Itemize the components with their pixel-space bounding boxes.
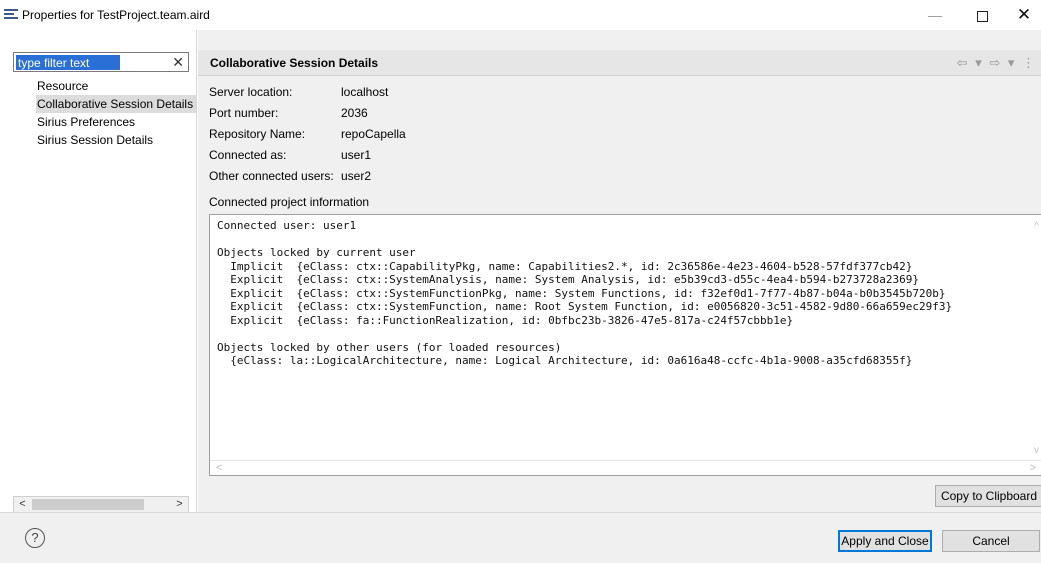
property-page-tree: ✕ Resource Collaborative Session Details… bbox=[0, 30, 197, 513]
property-value: localhost bbox=[341, 85, 389, 99]
filter-field[interactable]: ✕ bbox=[13, 52, 189, 72]
scroll-left-icon[interactable]: < bbox=[216, 461, 222, 475]
server-location-row: Server location: localhost bbox=[209, 82, 509, 103]
scrollbar-thumb[interactable] bbox=[32, 499, 144, 510]
property-value: repoCapella bbox=[341, 127, 406, 141]
section-title: Collaborative Session Details bbox=[210, 56, 379, 70]
session-properties: Server location: localhost Port number: … bbox=[209, 82, 509, 187]
property-label: Server location: bbox=[209, 85, 293, 99]
property-label: Port number: bbox=[209, 106, 279, 120]
title-bar: Properties for TestProject.team.aird — ✕ bbox=[0, 0, 1041, 30]
scroll-left-icon[interactable]: < bbox=[14, 497, 31, 512]
property-value: 2036 bbox=[341, 106, 368, 120]
project-info-text: Connected user: user1 Objects locked by … bbox=[217, 219, 953, 367]
view-menu-icon[interactable]: ⋮ bbox=[1022, 55, 1037, 70]
filter-input[interactable] bbox=[16, 55, 120, 70]
repository-name-row: Repository Name: repoCapella bbox=[209, 124, 509, 145]
connected-as-row: Connected as: user1 bbox=[209, 145, 509, 166]
property-page-list: Resource Collaborative Session Details S… bbox=[36, 77, 196, 149]
maximize-button[interactable] bbox=[962, 4, 1002, 26]
dialog-button-bar: ? Apply and Close Cancel bbox=[0, 512, 1041, 563]
clear-filter-icon[interactable]: ✕ bbox=[172, 54, 184, 71]
info-label: Connected project information bbox=[209, 195, 370, 209]
page-navigation: ⇦ ▾ ⇨ ▾ ⋮ bbox=[957, 55, 1037, 71]
section-header: Collaborative Session Details ⇦ ▾ ⇨ ▾ ⋮ bbox=[198, 50, 1041, 76]
project-info-textarea[interactable]: Connected user: user1 Objects locked by … bbox=[209, 214, 1041, 476]
property-value: user1 bbox=[341, 148, 372, 162]
nav-item-sirius-preferences[interactable]: Sirius Preferences bbox=[36, 113, 196, 131]
apply-and-close-button[interactable]: Apply and Close bbox=[838, 530, 932, 552]
nav-item-resource[interactable]: Resource bbox=[36, 77, 196, 95]
back-arrow-icon[interactable]: ⇦ ▾ bbox=[957, 55, 984, 70]
minimize-button[interactable]: — bbox=[915, 4, 955, 26]
property-label: Repository Name: bbox=[209, 127, 306, 141]
window-title: Properties for TestProject.team.aird bbox=[22, 8, 210, 22]
info-horizontal-scrollbar[interactable]: < > bbox=[210, 460, 1041, 475]
copy-to-clipboard-button[interactable]: Copy to Clipboard bbox=[935, 485, 1041, 507]
close-button[interactable]: ✕ bbox=[1004, 4, 1041, 26]
property-value: user2 bbox=[341, 169, 372, 183]
scroll-right-icon[interactable]: > bbox=[171, 497, 188, 512]
properties-icon bbox=[4, 9, 18, 21]
other-users-row: Other connected users: user2 bbox=[209, 166, 509, 187]
scroll-down-icon[interactable]: v bbox=[1034, 445, 1039, 456]
forward-arrow-icon[interactable]: ⇨ ▾ bbox=[989, 55, 1016, 70]
maximize-icon bbox=[976, 10, 988, 22]
help-icon[interactable]: ? bbox=[25, 528, 45, 548]
cancel-button[interactable]: Cancel bbox=[942, 530, 1040, 552]
scroll-right-icon[interactable]: > bbox=[1030, 461, 1036, 475]
property-label: Connected as: bbox=[209, 148, 287, 162]
port-number-row: Port number: 2036 bbox=[209, 103, 509, 124]
property-page-content: Collaborative Session Details ⇦ ▾ ⇨ ▾ ⋮ … bbox=[198, 30, 1041, 512]
nav-item-sirius-session-details[interactable]: Sirius Session Details bbox=[36, 131, 196, 149]
tree-horizontal-scrollbar[interactable]: < > bbox=[13, 496, 189, 513]
property-label: Other connected users: bbox=[209, 169, 334, 183]
scroll-up-icon[interactable]: ^ bbox=[1034, 221, 1039, 232]
nav-item-collaborative-session-details[interactable]: Collaborative Session Details bbox=[36, 95, 196, 113]
